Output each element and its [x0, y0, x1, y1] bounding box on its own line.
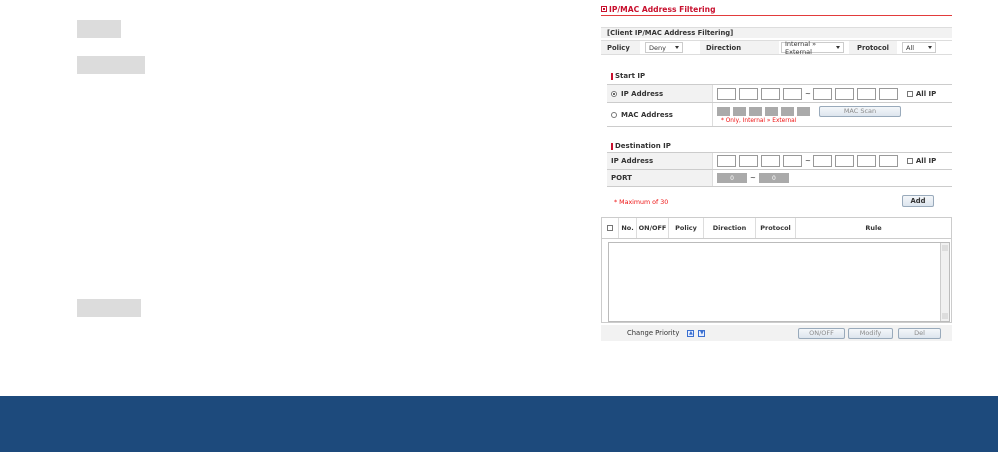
start-ip-section-title: Start IP: [611, 72, 645, 80]
ip-address-radio-label: IP Address: [621, 89, 664, 98]
start-all-ip-checkbox[interactable]: [906, 90, 913, 97]
range-tilde: ~: [805, 89, 811, 98]
end-ip-octet-1[interactable]: [812, 87, 832, 100]
list-footer: Change Priority ▲ ▼ ON/OFF Modify Del: [601, 325, 952, 341]
end-ip-octet-3[interactable]: [856, 87, 876, 100]
dest-end-octet-4[interactable]: [878, 155, 898, 167]
mac-byte-4[interactable]: [765, 106, 778, 116]
policy-label: Policy: [601, 41, 640, 54]
placeholder-bar-3: [77, 299, 141, 317]
ip-mac-filtering-panel: IP/MAC Address Filtering [Client IP/MAC …: [601, 0, 952, 346]
rule-list-body[interactable]: [608, 242, 950, 322]
dest-end-octet-3[interactable]: [856, 155, 876, 167]
mac-address-radio-cell: MAC Address: [607, 103, 713, 126]
panel-title-text: IP/MAC Address Filtering: [609, 4, 716, 14]
protocol-label: Protocol: [849, 41, 897, 54]
start-ip-section-text: Start IP: [615, 72, 646, 80]
start-ip-octet-2[interactable]: [739, 87, 758, 100]
priority-up-icon[interactable]: ▲: [687, 329, 695, 337]
port-from-input[interactable]: 0: [717, 173, 747, 183]
end-ip-octet-2[interactable]: [834, 87, 854, 100]
col-policy: Policy: [669, 218, 704, 238]
dest-end-octet-2[interactable]: [834, 155, 854, 167]
col-no: No.: [619, 218, 637, 238]
rule-list-scrollbar[interactable]: [940, 243, 949, 321]
protocol-select[interactable]: All: [902, 42, 936, 53]
mac-byte-3[interactable]: [749, 106, 762, 116]
start-ip-inputs: ~ All IP: [713, 85, 952, 102]
select-all-checkbox[interactable]: [607, 225, 613, 231]
dest-all-ip-label: All IP: [915, 157, 937, 165]
rule-list-header: No. ON/OFF Policy Direction Protocol Rul…: [602, 218, 951, 239]
direction-label: Direction: [700, 41, 779, 54]
col-onoff: ON/OFF: [637, 218, 669, 238]
mac-scan-button[interactable]: MAC Scan: [819, 105, 901, 117]
policy-select[interactable]: Deny: [645, 42, 683, 53]
ip-address-radio[interactable]: [611, 90, 617, 97]
section-marker-icon: [611, 72, 613, 80]
dest-start-octet-4[interactable]: [783, 155, 802, 167]
section-subtitle: [Client IP/MAC Address Filtering]: [601, 27, 952, 38]
onoff-button[interactable]: ON/OFF: [798, 327, 845, 339]
policy-row: Policy Deny Direction Internal » Externa…: [601, 39, 952, 56]
scroll-up-icon[interactable]: [942, 245, 948, 251]
mac-address-radio[interactable]: [611, 111, 617, 118]
dest-start-octet-1[interactable]: [717, 155, 736, 167]
rule-list: No. ON/OFF Policy Direction Protocol Rul…: [601, 217, 952, 323]
range-tilde: ~: [805, 157, 811, 165]
mac-byte-1[interactable]: [717, 106, 730, 116]
chevron-down-icon: [928, 46, 932, 49]
modify-button[interactable]: Modify: [848, 327, 893, 339]
start-ip-octet-4[interactable]: [783, 87, 802, 100]
dest-all-ip-checkbox[interactable]: [906, 158, 913, 164]
chevron-down-icon: [675, 46, 679, 49]
scroll-down-icon[interactable]: [942, 313, 948, 319]
change-priority-label: Change Priority: [627, 329, 680, 337]
direction-select-value: Internal » External: [785, 39, 817, 56]
panel-title: IP/MAC Address Filtering: [601, 3, 952, 16]
title-bullet-icon: [601, 6, 607, 12]
mac-byte-2[interactable]: [733, 106, 746, 116]
port-tilde: ~: [750, 174, 756, 182]
mac-byte-6[interactable]: [797, 106, 810, 116]
col-direction: Direction: [704, 218, 756, 238]
delete-button[interactable]: Del: [898, 327, 941, 339]
placeholder-bar-2: [77, 56, 145, 74]
col-rule: Rule: [865, 224, 882, 232]
dest-end-octet-1[interactable]: [812, 155, 832, 167]
mac-inputs: MAC Scan * Only, Internal » External: [713, 103, 952, 126]
mac-note: * Only, Internal » External: [721, 117, 797, 124]
dest-ip-inputs: ~ All IP: [713, 153, 952, 169]
chevron-down-icon: [836, 46, 840, 49]
placeholder-bar-1: [77, 20, 121, 38]
direction-select[interactable]: Internal » External: [781, 39, 844, 56]
start-ip-octet-1[interactable]: [717, 87, 736, 100]
policy-select-value: Deny: [649, 43, 666, 52]
ip-address-radio-cell: IP Address: [607, 85, 713, 102]
destination-ip-section-title: Destination IP: [611, 142, 671, 150]
end-ip-octet-4[interactable]: [878, 87, 898, 100]
dest-start-octet-2[interactable]: [739, 155, 758, 167]
protocol-select-value: All: [906, 43, 915, 52]
section-marker-icon: [611, 142, 613, 150]
col-protocol: Protocol: [756, 218, 796, 238]
add-button[interactable]: Add: [902, 195, 934, 207]
maximum-note: * Maximum of 30: [614, 199, 669, 206]
select-all-cell: [602, 218, 619, 238]
destination-ip-table: IP Address ~ All IP PORT 0 ~ 0: [607, 152, 952, 187]
mac-address-radio-label: MAC Address: [621, 110, 673, 119]
port-to-input[interactable]: 0: [758, 173, 789, 183]
port-inputs: 0 ~ 0: [713, 170, 952, 186]
dest-ip-label: IP Address: [607, 153, 713, 169]
footer-band: [0, 396, 998, 452]
mac-byte-5[interactable]: [781, 106, 794, 116]
start-ip-octet-3[interactable]: [761, 87, 780, 100]
port-label: PORT: [607, 170, 713, 186]
dest-start-octet-3[interactable]: [761, 155, 780, 167]
priority-down-icon[interactable]: ▼: [698, 329, 706, 337]
start-all-ip-label: All IP: [915, 89, 937, 98]
destination-ip-section-text: Destination IP: [615, 142, 671, 150]
start-ip-table: IP Address ~ All IP MAC Address MAC Scan…: [607, 84, 952, 127]
